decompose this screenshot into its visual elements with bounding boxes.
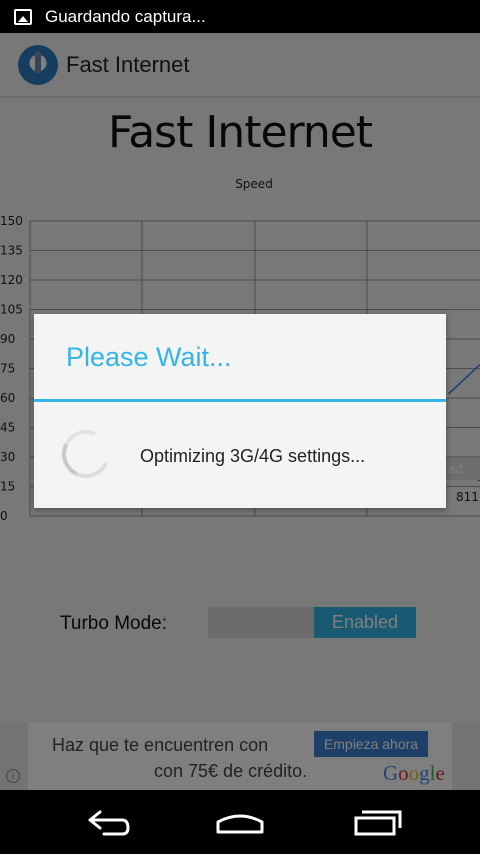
status-bar-title: Guardando captura... — [45, 6, 206, 26]
status-bar: Guardando captura... — [0, 0, 480, 33]
home-button[interactable] — [200, 800, 280, 844]
dialog-title-divider — [34, 399, 446, 402]
recent-apps-icon — [354, 810, 402, 836]
dialog-title: Please Wait... — [66, 342, 232, 372]
recent-apps-button[interactable] — [334, 800, 414, 844]
home-icon — [216, 814, 264, 834]
navigation-bar — [0, 790, 480, 854]
screenshot-icon — [14, 8, 32, 25]
progress-spinner-icon — [55, 423, 117, 485]
dialog-message: Optimizing 3G/4G settings... — [140, 446, 366, 466]
please-wait-dialog: Please Wait... Optimizing 3G/4G settings… — [34, 314, 446, 508]
back-icon — [88, 810, 130, 836]
back-button[interactable] — [66, 800, 146, 844]
